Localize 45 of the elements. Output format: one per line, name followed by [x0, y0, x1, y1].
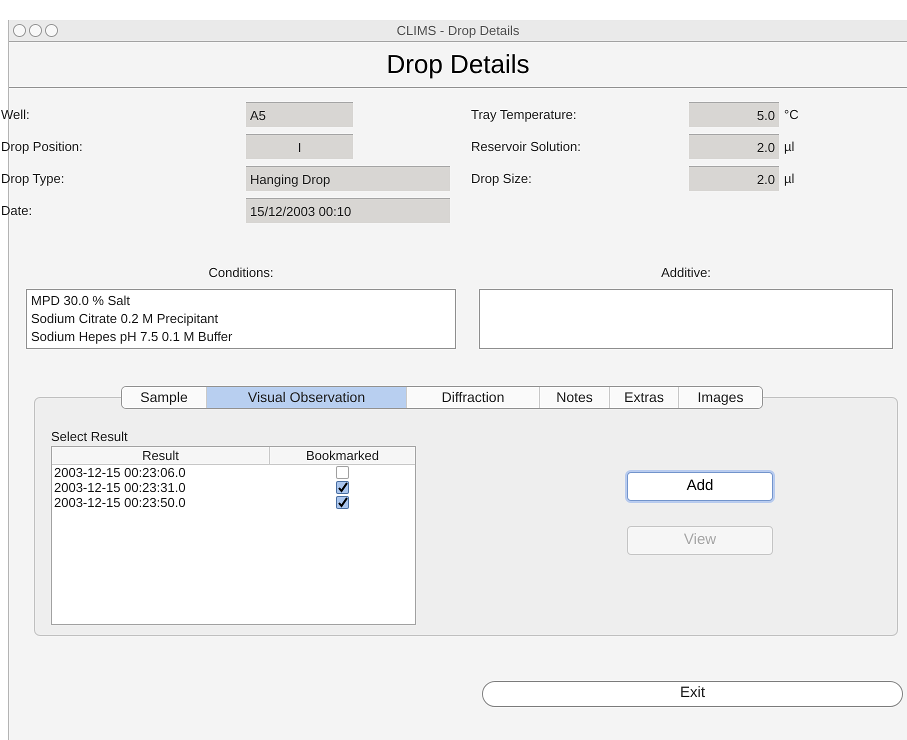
value-field: 2.0	[689, 166, 779, 191]
field-label: Well:	[1, 106, 31, 124]
additive-label: Additive:	[661, 264, 711, 282]
result-cell[interactable]: 2003-12-15 00:23:31.0	[52, 480, 270, 494]
field-label: Drop Size:	[471, 170, 533, 188]
result-cell[interactable]: 2003-12-15 00:23:06.0	[52, 464, 270, 480]
bookmark-checkbox[interactable]	[336, 496, 349, 508]
field-label: Drop Type:	[1, 170, 66, 188]
field-label: Drop Position:	[1, 138, 84, 156]
condition-line: Sodium Citrate 0.2 M Precipitant	[31, 310, 220, 328]
additive-field[interactable]	[479, 288, 893, 348]
value-field: A5	[246, 102, 353, 127]
tab[interactable]: Visual Observation	[207, 386, 407, 408]
tab[interactable]: Sample	[122, 386, 207, 408]
field-label: Date:	[1, 202, 34, 220]
conditions-label: Conditions:	[208, 264, 274, 282]
column-header[interactable]: Bookmarked	[270, 446, 415, 464]
unit-label: µl	[784, 170, 794, 188]
window-control-icon[interactable]	[45, 24, 58, 37]
bookmark-checkbox[interactable]	[336, 480, 349, 494]
tab[interactable]: Notes	[540, 386, 610, 408]
value-field: I	[246, 134, 353, 159]
result-cell[interactable]: 2003-12-15 00:23:50.0	[52, 494, 270, 510]
bookmark-checkbox[interactable]	[336, 466, 349, 478]
tab[interactable]: Diffraction	[407, 386, 540, 408]
value-field: 5.0	[689, 102, 779, 127]
condition-line: Sodium Hepes pH 7.5 0.1 M Buffer	[31, 328, 234, 346]
add-button[interactable]: Add	[627, 472, 773, 500]
unit-label: µl	[784, 138, 794, 156]
value-field: 15/12/2003 00:10	[246, 198, 450, 223]
page-heading: Drop Details	[386, 48, 530, 81]
window-control-icon[interactable]	[13, 24, 26, 37]
tab[interactable]: Images	[679, 386, 762, 408]
select-result-label: Select Result	[51, 430, 129, 444]
value-field: 2.0	[689, 134, 779, 159]
condition-line: MPD 30.0 % Salt	[31, 292, 131, 310]
window-title: CLIMS - Drop Details	[396, 22, 520, 40]
value-field: Hanging Drop	[246, 166, 450, 191]
tab[interactable]: Extras	[610, 386, 679, 408]
column-header[interactable]: Result	[52, 446, 270, 464]
unit-label: °C	[784, 106, 799, 124]
window-control-icon[interactable]	[29, 24, 42, 37]
field-label: Tray Temperature:	[471, 106, 578, 124]
exit-button[interactable]: Exit	[482, 680, 903, 706]
field-label: Reservoir Solution:	[471, 138, 582, 156]
